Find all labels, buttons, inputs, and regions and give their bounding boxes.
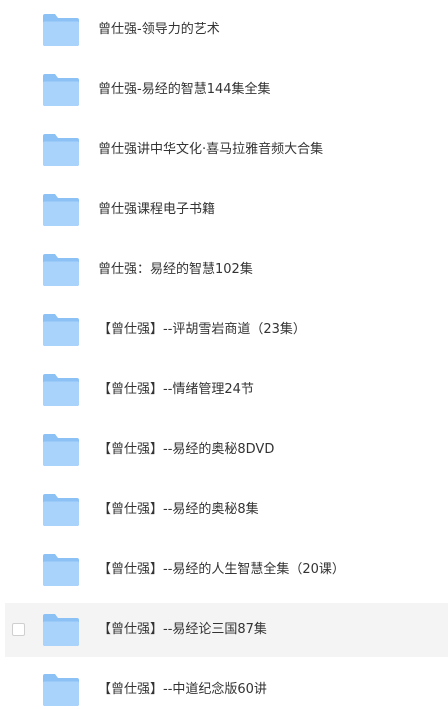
- folder-icon: [43, 674, 79, 706]
- folder-icon: [43, 134, 79, 166]
- file-row[interactable]: 曾仕强讲中华文化·喜马拉雅音频大合集: [5, 123, 448, 177]
- file-row[interactable]: 【曾仕强】--易经的奥秘8集: [5, 483, 448, 537]
- file-row[interactable]: 【曾仕强】--易经的人生智慧全集（20课）: [5, 543, 448, 597]
- file-row[interactable]: 曾仕强课程电子书籍: [5, 183, 448, 237]
- file-row[interactable]: 曾仕强-易经的智慧144集全集: [5, 63, 448, 117]
- file-row[interactable]: 【曾仕强】--中道纪念版60讲: [5, 663, 448, 709]
- folder-icon: [43, 74, 79, 106]
- file-name: 【曾仕强】--情绪管理24节: [98, 382, 254, 397]
- file-row[interactable]: 曾仕强-领导力的艺术: [5, 3, 448, 57]
- file-name: 【曾仕强】--易经的人生智慧全集（20课）: [98, 562, 345, 577]
- file-row[interactable]: 【曾仕强】--评胡雪岩商道（23集）: [5, 303, 448, 357]
- folder-icon: [43, 494, 79, 526]
- folder-icon: [43, 434, 79, 466]
- file-row[interactable]: 曾仕强：易经的智慧102集: [5, 243, 448, 297]
- file-name: 曾仕强-易经的智慧144集全集: [98, 82, 271, 97]
- folder-icon: [43, 254, 79, 286]
- folder-icon: [43, 554, 79, 586]
- file-row[interactable]: 【曾仕强】--易经论三国87集: [5, 603, 448, 657]
- file-name: 【曾仕强】--易经的奥秘8DVD: [98, 442, 275, 457]
- file-name: 【曾仕强】--易经的奥秘8集: [98, 502, 259, 517]
- file-name: 曾仕强课程电子书籍: [98, 202, 216, 217]
- file-name: 曾仕强讲中华文化·喜马拉雅音频大合集: [98, 142, 324, 157]
- file-name: 【曾仕强】--评胡雪岩商道（23集）: [98, 322, 306, 337]
- folder-icon: [43, 14, 79, 46]
- file-row[interactable]: 【曾仕强】--易经的奥秘8DVD: [5, 423, 448, 477]
- file-name: 曾仕强：易经的智慧102集: [98, 262, 253, 277]
- file-list: 曾仕强-领导力的艺术 曾仕强-易经的智慧144集全集 曾仕强讲中华文化·喜马拉雅…: [0, 0, 448, 709]
- file-name: 【曾仕强】--易经论三国87集: [98, 622, 267, 637]
- folder-icon: [43, 194, 79, 226]
- folder-icon: [43, 614, 79, 646]
- file-row[interactable]: 【曾仕强】--情绪管理24节: [5, 363, 448, 417]
- file-name: 【曾仕强】--中道纪念版60讲: [98, 682, 267, 697]
- row-checkbox[interactable]: [12, 623, 25, 636]
- file-name: 曾仕强-领导力的艺术: [98, 22, 220, 37]
- folder-icon: [43, 374, 79, 406]
- folder-icon: [43, 314, 79, 346]
